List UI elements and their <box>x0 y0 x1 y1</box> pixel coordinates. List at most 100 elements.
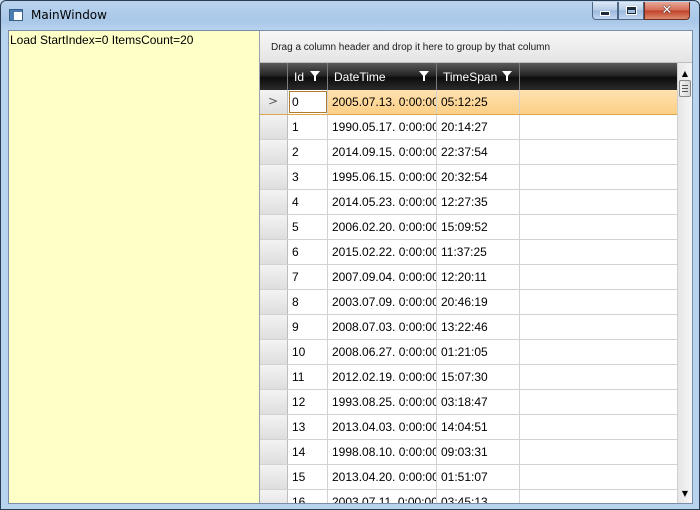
cell-id[interactable]: 14 <box>288 440 328 464</box>
table-row[interactable]: 8 2003.07.09. 0:00:00 20:46:19 <box>260 290 677 315</box>
scroll-thumb[interactable] <box>679 80 691 97</box>
log-pane[interactable]: Load StartIndex=0 ItemsCount=20 <box>9 31 260 503</box>
cell-timespan[interactable]: 09:03:31 <box>437 440 520 464</box>
cell-datetime[interactable]: 1998.08.10. 0:00:00 <box>328 440 437 464</box>
cell-timespan[interactable]: 01:21:05 <box>437 340 520 364</box>
close-button[interactable]: ✕ <box>644 2 690 20</box>
cell-timespan[interactable]: 05:12:25 <box>437 90 520 114</box>
cell-datetime[interactable]: 2003.07.11. 0:00:00 <box>328 490 437 503</box>
row-header[interactable] <box>260 140 288 164</box>
row-header[interactable] <box>260 315 288 339</box>
row-header[interactable] <box>260 215 288 239</box>
cell-id[interactable]: 4 <box>288 190 328 214</box>
cell-timespan[interactable]: 20:14:27 <box>437 115 520 139</box>
cell-timespan[interactable]: 03:45:13 <box>437 490 520 503</box>
row-header[interactable] <box>260 390 288 414</box>
cell-datetime[interactable]: 2005.07.13. 0:00:00 <box>328 90 437 114</box>
cell-id[interactable]: 9 <box>288 315 328 339</box>
table-row[interactable]: 7 2007.09.04. 0:00:00 12:20:11 <box>260 265 677 290</box>
cell-timespan[interactable]: 15:09:52 <box>437 215 520 239</box>
cell-datetime[interactable]: 1995.06.15. 0:00:00 <box>328 165 437 189</box>
cell-datetime[interactable]: 2014.05.23. 0:00:00 <box>328 190 437 214</box>
cell-id[interactable]: 8 <box>288 290 328 314</box>
cell-timespan[interactable]: 12:27:35 <box>437 190 520 214</box>
table-row[interactable]: 5 2006.02.20. 0:00:00 15:09:52 <box>260 215 677 240</box>
cell-datetime[interactable]: 2014.09.15. 0:00:00 <box>328 140 437 164</box>
cell-datetime[interactable]: 2013.04.03. 0:00:00 <box>328 415 437 439</box>
row-header[interactable] <box>260 115 288 139</box>
row-header[interactable] <box>260 365 288 389</box>
cell-datetime[interactable]: 2003.07.09. 0:00:00 <box>328 290 437 314</box>
row-header[interactable] <box>260 490 288 503</box>
table-row[interactable]: 1 1990.05.17. 0:00:00 20:14:27 <box>260 115 677 140</box>
row-header[interactable] <box>260 340 288 364</box>
cell-id[interactable]: 0 <box>288 90 328 114</box>
cell-id[interactable]: 16 <box>288 490 328 503</box>
row-header[interactable] <box>260 240 288 264</box>
column-header-datetime[interactable]: DateTime <box>328 63 437 90</box>
table-row[interactable]: >0 2005.07.13. 0:00:00 05:12:25 <box>260 90 677 115</box>
cell-datetime[interactable]: 1993.08.25. 0:00:00 <box>328 390 437 414</box>
cell-timespan[interactable]: 14:04:51 <box>437 415 520 439</box>
cell-timespan[interactable]: 20:46:19 <box>437 290 520 314</box>
table-row[interactable]: 11 2012.02.19. 0:00:00 15:07:30 <box>260 365 677 390</box>
row-header[interactable] <box>260 465 288 489</box>
cell-datetime[interactable]: 2008.07.03. 0:00:00 <box>328 315 437 339</box>
cell-id[interactable]: 7 <box>288 265 328 289</box>
scroll-up-button[interactable]: ▲ <box>678 65 692 81</box>
cell-datetime[interactable]: 1990.05.17. 0:00:00 <box>328 115 437 139</box>
row-header[interactable]: > <box>260 90 288 114</box>
cell-id[interactable]: 12 <box>288 390 328 414</box>
cell-timespan[interactable]: 20:32:54 <box>437 165 520 189</box>
table-row[interactable]: 14 1998.08.10. 0:00:00 09:03:31 <box>260 440 677 465</box>
row-header[interactable] <box>260 440 288 464</box>
table-row[interactable]: 6 2015.02.22. 0:00:00 11:37:25 <box>260 240 677 265</box>
cell-datetime[interactable]: 2013.04.20. 0:00:00 <box>328 465 437 489</box>
cell-id[interactable]: 10 <box>288 340 328 364</box>
cell-id[interactable]: 3 <box>288 165 328 189</box>
cell-timespan[interactable]: 11:37:25 <box>437 240 520 264</box>
scroll-down-button[interactable]: ▼ <box>678 485 692 501</box>
row-header[interactable] <box>260 190 288 214</box>
vertical-scrollbar[interactable]: ▲ ▼ <box>677 63 692 503</box>
row-header[interactable] <box>260 290 288 314</box>
column-header-timespan[interactable]: TimeSpan <box>437 63 520 90</box>
table-row[interactable]: 3 1995.06.15. 0:00:00 20:32:54 <box>260 165 677 190</box>
window-app-icon[interactable] <box>9 9 23 21</box>
cell-datetime[interactable]: 2008.06.27. 0:00:00 <box>328 340 437 364</box>
group-by-panel[interactable]: Drag a column header and drop it here to… <box>260 31 692 63</box>
cell-timespan[interactable]: 22:37:54 <box>437 140 520 164</box>
cell-timespan[interactable]: 03:18:47 <box>437 390 520 414</box>
cell-id[interactable]: 1 <box>288 115 328 139</box>
cell-id[interactable]: 13 <box>288 415 328 439</box>
table-row[interactable]: 4 2014.05.23. 0:00:00 12:27:35 <box>260 190 677 215</box>
table-row[interactable]: 2 2014.09.15. 0:00:00 22:37:54 <box>260 140 677 165</box>
cell-id[interactable]: 11 <box>288 365 328 389</box>
table-row[interactable]: 12 1993.08.25. 0:00:00 03:18:47 <box>260 390 677 415</box>
cell-id[interactable]: 2 <box>288 140 328 164</box>
cell-timespan[interactable]: 12:20:11 <box>437 265 520 289</box>
cell-datetime[interactable]: 2006.02.20. 0:00:00 <box>328 215 437 239</box>
row-header[interactable] <box>260 165 288 189</box>
maximize-button[interactable] <box>618 2 644 20</box>
cell-datetime[interactable]: 2007.09.04. 0:00:00 <box>328 265 437 289</box>
table-row[interactable]: 9 2008.07.03. 0:00:00 13:22:46 <box>260 315 677 340</box>
filter-icon[interactable] <box>502 71 512 81</box>
table-row[interactable]: 16 2003.07.11. 0:00:00 03:45:13 <box>260 490 677 503</box>
row-header[interactable] <box>260 265 288 289</box>
filter-icon[interactable] <box>419 71 429 81</box>
cell-datetime[interactable]: 2015.02.22. 0:00:00 <box>328 240 437 264</box>
cell-timespan[interactable]: 01:51:07 <box>437 465 520 489</box>
cell-timespan[interactable]: 13:22:46 <box>437 315 520 339</box>
table-row[interactable]: 15 2013.04.20. 0:00:00 01:51:07 <box>260 465 677 490</box>
cell-id[interactable]: 15 <box>288 465 328 489</box>
data-grid[interactable]: Drag a column header and drop it here to… <box>260 31 692 503</box>
cell-id[interactable]: 5 <box>288 215 328 239</box>
filter-icon[interactable] <box>310 71 320 81</box>
table-row[interactable]: 10 2008.06.27. 0:00:00 01:21:05 <box>260 340 677 365</box>
table-row[interactable]: 13 2013.04.03. 0:00:00 14:04:51 <box>260 415 677 440</box>
cell-timespan[interactable]: 15:07:30 <box>437 365 520 389</box>
row-header[interactable] <box>260 415 288 439</box>
title-bar[interactable]: MainWindow ✕ <box>1 1 700 31</box>
minimize-button[interactable] <box>592 2 618 20</box>
